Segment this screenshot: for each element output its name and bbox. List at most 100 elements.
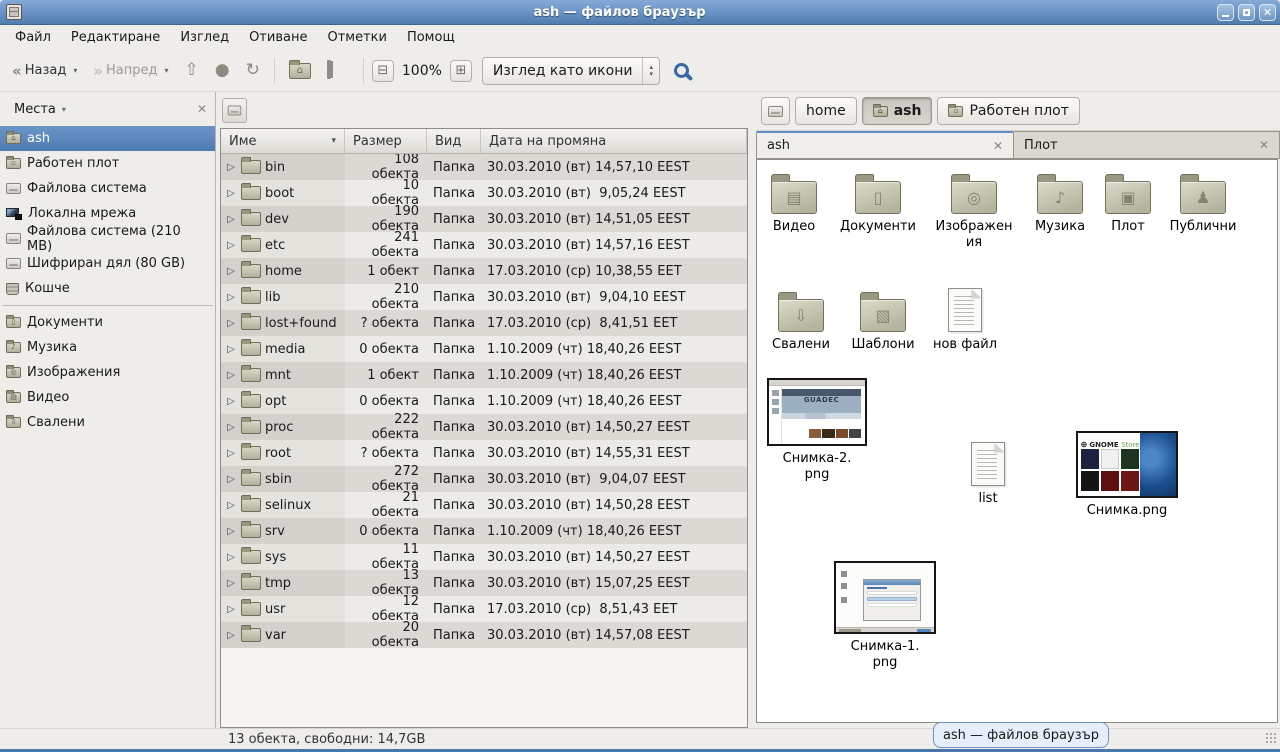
tab-плот[interactable]: Плот✕ xyxy=(1014,131,1280,158)
taskbar-window-label[interactable]: ash — файлов браузър xyxy=(933,722,1109,748)
table-row[interactable]: ▷var20 обектаПапка30.03.2010 (вт) 14,57,… xyxy=(221,622,747,648)
expander-icon[interactable]: ▷ xyxy=(225,500,237,511)
icon-view-item-видео[interactable]: ▤Видео xyxy=(758,172,830,235)
back-history-dropdown-icon[interactable]: ▾ xyxy=(73,66,77,75)
maximize-button[interactable] xyxy=(1238,4,1255,21)
icon-view-item-свалени[interactable]: ⇩Свалени xyxy=(763,290,839,353)
expander-icon[interactable]: ▷ xyxy=(225,344,237,355)
expander-icon[interactable]: ▷ xyxy=(225,526,237,537)
column-header-4[interactable]: Дата на промяна xyxy=(481,129,747,153)
menu-item-3[interactable]: Изглед xyxy=(171,28,238,47)
view-mode-selector[interactable]: Изглед като икони ▴▾ xyxy=(482,57,660,85)
table-row[interactable]: ▷opt0 обектаПапка1.10.2009 (чт) 18,40,26… xyxy=(221,388,747,414)
table-row[interactable]: ▷media0 обектаПапка1.10.2009 (чт) 18,40,… xyxy=(221,336,747,362)
menu-item-5[interactable]: Отметки xyxy=(318,28,395,47)
expander-icon[interactable]: ▷ xyxy=(225,578,237,589)
table-row[interactable]: ▷usr12 обектаПапка17.03.2010 (ср) 8,51,4… xyxy=(221,596,747,622)
table-row[interactable]: ▷dev190 обектаПапка30.03.2010 (вт) 14,51… xyxy=(221,206,747,232)
expander-icon[interactable]: ▷ xyxy=(225,370,237,381)
tab-close-icon[interactable]: ✕ xyxy=(1259,138,1269,152)
column-header-1[interactable]: Име▾ xyxy=(221,129,345,153)
sidebar-close-icon[interactable]: ✕ xyxy=(197,102,207,116)
menu-item-2[interactable]: Редактиране xyxy=(62,28,169,47)
up-button[interactable]: ⇧ xyxy=(179,58,205,83)
icon-view-item-публични[interactable]: ♟Публични xyxy=(1165,172,1241,235)
sidebar-item-видео[interactable]: ▤Видео xyxy=(0,385,215,410)
table-row[interactable]: ▷boot10 обектаПапка30.03.2010 (вт) 9,05,… xyxy=(221,180,747,206)
menu-item-1[interactable]: Файл xyxy=(6,28,60,47)
sidebar-item-работен-плот[interactable]: ▫Работен плот xyxy=(0,151,215,176)
table-row[interactable]: ▷sys11 обектаПапка30.03.2010 (вт) 14,50,… xyxy=(221,544,747,570)
zoom-in-button[interactable]: ⊞ xyxy=(450,60,472,82)
search-icon[interactable] xyxy=(674,63,689,78)
icon-view-item-снимка-png[interactable]: 🜨 GNOME StoreСнимка.png xyxy=(1075,431,1179,519)
expander-icon[interactable]: ▷ xyxy=(225,630,237,641)
minimize-button[interactable] xyxy=(1217,4,1234,21)
back-button[interactable]: « Назад ▾ xyxy=(6,58,83,84)
home-button[interactable]: ⌂ xyxy=(283,59,317,83)
resize-grip[interactable] xyxy=(1265,732,1277,744)
icon-view-item-плот[interactable]: ▣Плот xyxy=(1092,172,1164,235)
expander-icon[interactable]: ▷ xyxy=(225,162,237,173)
sidebar-item-файлова-система[interactable]: Файлова система xyxy=(0,176,215,201)
icon-view-item-шаблони[interactable]: ▧Шаблони xyxy=(845,290,921,353)
icon-view-item-нов-файл[interactable]: нов файл xyxy=(929,288,1001,353)
sidebar-item-шифриран-дял-80-gb-[interactable]: Шифриран дял (80 GB) xyxy=(0,251,215,276)
tab-close-icon[interactable]: ✕ xyxy=(993,139,1003,153)
computer-button[interactable] xyxy=(321,58,355,84)
forward-history-dropdown-icon[interactable]: ▾ xyxy=(165,66,169,75)
table-row[interactable]: ▷srv0 обектаПапка1.10.2009 (чт) 18,40,26… xyxy=(221,518,747,544)
table-row[interactable]: ▷sbin272 обектаПапка30.03.2010 (вт) 9,04… xyxy=(221,466,747,492)
expander-icon[interactable]: ▷ xyxy=(225,552,237,563)
stop-button[interactable]: ● xyxy=(209,58,236,83)
forward-button[interactable]: » Напред ▾ xyxy=(87,58,174,84)
column-header-3[interactable]: Вид xyxy=(427,129,481,153)
sidebar-item-документи[interactable]: ▯Документи xyxy=(0,310,215,335)
menu-item-4[interactable]: Отиване xyxy=(240,28,316,47)
expander-icon[interactable]: ▷ xyxy=(225,422,237,433)
expander-icon[interactable]: ▷ xyxy=(225,604,237,615)
table-row[interactable]: ▷bin108 обектаПапка30.03.2010 (вт) 14,57… xyxy=(221,154,747,180)
table-row[interactable]: ▷lost+found? обектаПапка17.03.2010 (ср) … xyxy=(221,310,747,336)
table-row[interactable]: ▷mnt1 обектПапка1.10.2009 (чт) 18,40,26 … xyxy=(221,362,747,388)
table-row[interactable]: ▷root? обектаПапка30.03.2010 (вт) 14,55,… xyxy=(221,440,747,466)
column-header-2[interactable]: Размер xyxy=(345,129,427,153)
table-row[interactable]: ▷etc241 обектаПапка30.03.2010 (вт) 14,57… xyxy=(221,232,747,258)
expander-icon[interactable]: ▷ xyxy=(225,448,237,459)
sidebar-item-локална-мрежа[interactable]: Локална мрежа xyxy=(0,201,215,226)
table-row[interactable]: ▷lib210 обектаПапка30.03.2010 (вт) 9,04,… xyxy=(221,284,747,310)
icon-view[interactable]: ▤Видео▯Документи◎Изображения♪Музика▣Плот… xyxy=(756,159,1278,723)
zoom-out-button[interactable]: ⊟ xyxy=(372,60,394,82)
expander-icon[interactable]: ▷ xyxy=(225,474,237,485)
sidebar-item-изображения[interactable]: ◎Изображения xyxy=(0,360,215,385)
icon-view-item-документи[interactable]: ▯Документи xyxy=(836,172,920,235)
expander-icon[interactable]: ▷ xyxy=(225,188,237,199)
icon-view-item-снимка-2-png[interactable]: GUADECСнимка-2.png xyxy=(767,378,867,484)
tab-ash[interactable]: ash✕ xyxy=(756,131,1014,158)
sidebar-item-свалени[interactable]: ⇩Свалени xyxy=(0,410,215,435)
table-row[interactable]: ▷proc222 обектаПапка30.03.2010 (вт) 14,5… xyxy=(221,414,747,440)
table-row[interactable]: ▷home1 обектПапка17.03.2010 (ср) 10,38,5… xyxy=(221,258,747,284)
sidebar-item-файлова-система-210-mb-[interactable]: Файлова система (210 MB) xyxy=(0,226,215,251)
expander-icon[interactable]: ▷ xyxy=(225,318,237,329)
sidebar-mode-selector[interactable]: Места ▾ xyxy=(8,99,72,120)
expander-icon[interactable]: ▷ xyxy=(225,214,237,225)
expander-icon[interactable]: ▷ xyxy=(225,266,237,277)
breadcrumb-button-root[interactable] xyxy=(761,97,790,125)
breadcrumb-button-ash[interactable]: ⌂ash xyxy=(862,97,933,125)
icon-view-item-list[interactable]: list xyxy=(953,442,1023,507)
sidebar-item-ash[interactable]: ⌂ash xyxy=(0,126,215,151)
sidebar-item-кошче[interactable]: Кошче xyxy=(0,276,215,301)
close-button[interactable]: ✕ xyxy=(1259,4,1276,21)
reload-button[interactable]: ↻ xyxy=(240,58,266,83)
combo-spinner-icon[interactable]: ▴▾ xyxy=(642,58,659,84)
breadcrumb-button-работен-плот[interactable]: ▫Работен плот xyxy=(937,97,1079,125)
expander-icon[interactable]: ▷ xyxy=(225,240,237,251)
icon-view-item-музика[interactable]: ♪Музика xyxy=(1024,172,1096,235)
icon-view-item-изображения[interactable]: ◎Изображения xyxy=(932,172,1016,252)
sidebar-item-музика[interactable]: ♪Музика xyxy=(0,335,215,360)
table-row[interactable]: ▷selinux21 обектаПапка30.03.2010 (вт) 14… xyxy=(221,492,747,518)
icon-view-item-снимка-1-png[interactable]: Снимка-1.png xyxy=(833,561,937,672)
menu-item-6[interactable]: Помощ xyxy=(398,28,464,47)
expander-icon[interactable]: ▷ xyxy=(225,292,237,303)
